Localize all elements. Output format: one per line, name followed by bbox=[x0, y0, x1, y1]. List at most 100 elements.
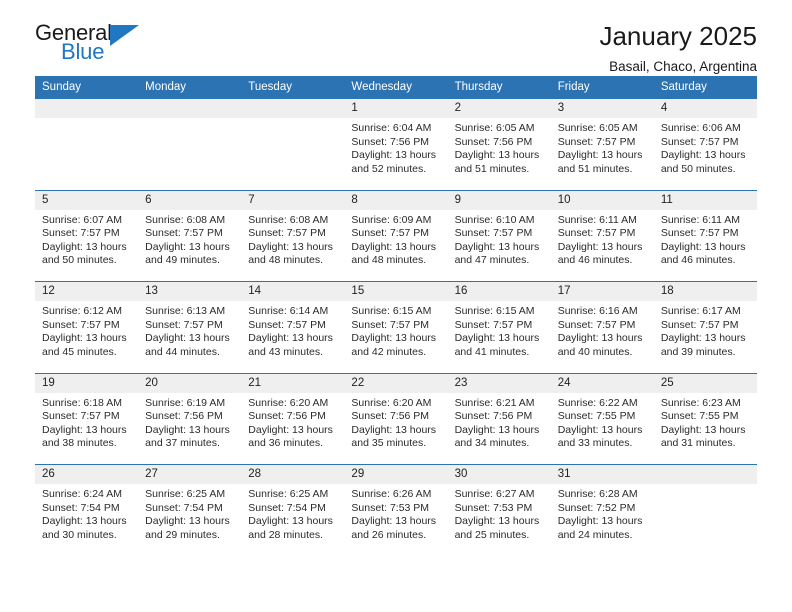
day-cell-15[interactable]: 15 Sunrise: 6:15 AM Sunset: 7:57 PM Dayligh… bbox=[344, 282, 448, 373]
day-detail-line: Sunrise: 6:15 AM bbox=[351, 305, 432, 317]
day-details: Sunrise: 6:06 AM Sunset: 7:57 PM Daylight:… bbox=[654, 118, 757, 176]
day-detail-line: Daylight: 13 hours bbox=[454, 149, 540, 162]
day-cell-13[interactable]: 13 Sunrise: 6:13 AM Sunset: 7:57 PM Dayligh… bbox=[138, 282, 242, 373]
day-cell-9[interactable]: 9 Sunrise: 6:10 AM Sunset: 7:57 PM Daylight… bbox=[447, 190, 551, 282]
day-detail-line: Daylight: 13 hours bbox=[145, 240, 230, 253]
day-cell-3[interactable]: 3 Sunrise: 6:05 AM Sunset: 7:57 PM Daylight… bbox=[550, 99, 654, 190]
day-detail-line: and 26 minutes. bbox=[351, 528, 427, 541]
day-details: Sunrise: 6:20 AM Sunset: 7:56 PM Daylight:… bbox=[344, 393, 447, 451]
day-cell-4[interactable]: 4 Sunrise: 6:06 AM Sunset: 7:57 PM Daylight… bbox=[653, 99, 757, 190]
day-detail-line: Sunrise: 6:14 AM bbox=[248, 305, 329, 317]
day-cell-19[interactable]: 19 Sunrise: 6:18 AM Sunset: 7:57 PM Dayligh… bbox=[35, 373, 139, 465]
day-cell-30[interactable]: 30 Sunrise: 6:27 AM Sunset: 7:53 PM Dayligh… bbox=[447, 465, 551, 556]
page-title: January 2025 bbox=[599, 21, 757, 51]
day-number: 11 bbox=[653, 190, 757, 210]
day-detail-line: and 37 minutes. bbox=[145, 437, 220, 450]
day-number: 10 bbox=[550, 190, 654, 210]
day-number bbox=[241, 99, 345, 118]
day-details: Sunrise: 6:15 AM Sunset: 7:57 PM Daylight:… bbox=[344, 301, 447, 359]
day-detail-line: Daylight: 13 hours bbox=[42, 332, 127, 345]
day-cell-11[interactable]: 11 Sunrise: 6:11 AM Sunset: 7:57 PM Dayligh… bbox=[653, 190, 757, 282]
day-detail-line: Daylight: 13 hours bbox=[557, 240, 643, 253]
day-detail-line: and 30 minutes. bbox=[42, 528, 117, 541]
day-details: Sunrise: 6:11 AM Sunset: 7:57 PM Daylight:… bbox=[654, 210, 757, 268]
day-cell-23[interactable]: 23 Sunrise: 6:21 AM Sunset: 7:56 PM Dayligh… bbox=[447, 373, 551, 465]
day-cell-1[interactable]: 1 Sunrise: 6:04 AM Sunset: 7:56 PM Daylight… bbox=[344, 99, 448, 190]
day-cell-24[interactable]: 24 Sunrise: 6:22 AM Sunset: 7:55 PM Dayligh… bbox=[550, 373, 654, 465]
day-number: 25 bbox=[653, 373, 757, 393]
day-detail-line: Sunset: 7:56 PM bbox=[351, 410, 430, 423]
day-detail-line: Sunrise: 6:09 AM bbox=[351, 213, 432, 226]
day-cell-27[interactable]: 27 Sunrise: 6:25 AM Sunset: 7:54 PM Dayligh… bbox=[138, 465, 242, 556]
day-details: Sunrise: 6:24 AM Sunset: 7:54 PM Daylight:… bbox=[35, 484, 138, 542]
day-details: Sunrise: 6:09 AM Sunset: 7:57 PM Daylight:… bbox=[344, 210, 447, 268]
day-detail-line: Sunrise: 6:11 AM bbox=[660, 213, 741, 226]
day-detail-line: Sunset: 7:57 PM bbox=[248, 318, 326, 331]
day-cell-29[interactable]: 29 Sunrise: 6:26 AM Sunset: 7:53 PM Dayligh… bbox=[344, 465, 448, 556]
day-number: 16 bbox=[447, 282, 551, 301]
day-cell-31[interactable]: 31 Sunrise: 6:28 AM Sunset: 7:52 PM Dayligh… bbox=[550, 465, 654, 556]
day-detail-line: Sunrise: 6:26 AM bbox=[351, 488, 432, 500]
day-detail-line: Sunrise: 6:08 AM bbox=[145, 213, 226, 226]
day-detail-line: Daylight: 13 hours bbox=[351, 423, 437, 436]
day-details: Sunrise: 6:14 AM Sunset: 7:57 PM Daylight:… bbox=[241, 301, 344, 359]
day-detail-line: Sunset: 7:57 PM bbox=[557, 227, 636, 240]
day-details bbox=[654, 484, 757, 488]
day-detail-line: Daylight: 13 hours bbox=[557, 515, 643, 528]
day-detail-line: and 51 minutes. bbox=[454, 162, 530, 175]
general-blue-logo[interactable]: General Blue bbox=[35, 22, 165, 72]
day-details bbox=[35, 118, 138, 122]
day-detail-line: Daylight: 13 hours bbox=[42, 515, 127, 528]
day-detail-line: Sunrise: 6:15 AM bbox=[454, 305, 535, 317]
day-detail-line: Sunrise: 6:23 AM bbox=[660, 396, 741, 409]
day-cell-8[interactable]: 8 Sunrise: 6:09 AM Sunset: 7:57 PM Daylight… bbox=[344, 190, 448, 282]
day-details: Sunrise: 6:10 AM Sunset: 7:57 PM Daylight:… bbox=[448, 210, 551, 268]
day-cell-22[interactable]: 22 Sunrise: 6:20 AM Sunset: 7:56 PM Dayligh… bbox=[344, 373, 448, 465]
day-details: Sunrise: 6:21 AM Sunset: 7:56 PM Daylight:… bbox=[448, 393, 551, 451]
day-cell-5[interactable]: 5 Sunrise: 6:07 AM Sunset: 7:57 PM Daylight… bbox=[35, 190, 139, 282]
day-detail-line: Daylight: 13 hours bbox=[145, 515, 230, 528]
day-detail-line: Daylight: 13 hours bbox=[454, 515, 540, 528]
day-cell-2[interactable]: 2 Sunrise: 6:05 AM Sunset: 7:56 PM Daylight… bbox=[447, 99, 551, 190]
day-detail-line: Sunrise: 6:21 AM bbox=[454, 396, 535, 409]
day-details: Sunrise: 6:04 AM Sunset: 7:56 PM Daylight:… bbox=[344, 118, 447, 176]
day-details: Sunrise: 6:25 AM Sunset: 7:54 PM Daylight:… bbox=[138, 484, 241, 542]
day-cell-10[interactable]: 10 Sunrise: 6:11 AM Sunset: 7:57 PM Dayligh… bbox=[550, 190, 654, 282]
calendar-weeks: 1 Sunrise: 6:04 AM Sunset: 7:56 PM Daylight… bbox=[35, 98, 757, 556]
day-number: 26 bbox=[35, 465, 139, 484]
day-detail-line: Sunset: 7:55 PM bbox=[557, 410, 636, 423]
day-detail-line: Sunset: 7:57 PM bbox=[454, 227, 533, 240]
day-cell-17[interactable]: 17 Sunrise: 6:16 AM Sunset: 7:57 PM Dayligh… bbox=[550, 282, 654, 373]
day-detail-line: Daylight: 13 hours bbox=[351, 240, 437, 253]
day-cell-6[interactable]: 6 Sunrise: 6:08 AM Sunset: 7:57 PM Daylight… bbox=[138, 190, 242, 282]
day-cell-21[interactable]: 21 Sunrise: 6:20 AM Sunset: 7:56 PM Dayligh… bbox=[241, 373, 345, 465]
day-cell-14[interactable]: 14 Sunrise: 6:14 AM Sunset: 7:57 PM Dayligh… bbox=[241, 282, 345, 373]
day-cell-7[interactable]: 7 Sunrise: 6:08 AM Sunset: 7:57 PM Daylight… bbox=[241, 190, 345, 282]
day-cell-25[interactable]: 25 Sunrise: 6:23 AM Sunset: 7:55 PM Dayligh… bbox=[653, 373, 757, 465]
day-detail-line: and 46 minutes. bbox=[660, 254, 736, 267]
day-detail-line: Sunset: 7:57 PM bbox=[454, 318, 533, 331]
day-details: Sunrise: 6:27 AM Sunset: 7:53 PM Daylight:… bbox=[448, 484, 551, 542]
day-detail-line: Daylight: 13 hours bbox=[454, 423, 540, 436]
day-details bbox=[241, 118, 344, 122]
day-number: 15 bbox=[344, 282, 448, 301]
day-detail-line: Sunset: 7:57 PM bbox=[145, 318, 223, 331]
day-number: 18 bbox=[653, 282, 757, 301]
day-detail-line: and 48 minutes. bbox=[351, 254, 427, 267]
day-cell-20[interactable]: 20 Sunrise: 6:19 AM Sunset: 7:56 PM Dayligh… bbox=[138, 373, 242, 465]
day-details: Sunrise: 6:22 AM Sunset: 7:55 PM Daylight:… bbox=[551, 393, 654, 451]
day-detail-line: Sunrise: 6:07 AM bbox=[42, 213, 122, 226]
day-details: Sunrise: 6:26 AM Sunset: 7:53 PM Daylight:… bbox=[344, 484, 447, 542]
day-number: 14 bbox=[241, 282, 345, 301]
day-cell-12[interactable]: 12 Sunrise: 6:12 AM Sunset: 7:57 PM Dayligh… bbox=[35, 282, 139, 373]
day-detail-line: Daylight: 13 hours bbox=[248, 423, 333, 436]
day-cell-18[interactable]: 18 Sunrise: 6:17 AM Sunset: 7:57 PM Dayligh… bbox=[653, 282, 757, 373]
day-detail-line: and 41 minutes. bbox=[454, 345, 530, 358]
day-cell-26[interactable]: 26 Sunrise: 6:24 AM Sunset: 7:54 PM Dayligh… bbox=[35, 465, 139, 556]
weekday-header-tuesday: Tuesday bbox=[248, 81, 292, 93]
day-number: 8 bbox=[344, 190, 448, 210]
day-cell-16[interactable]: 16 Sunrise: 6:15 AM Sunset: 7:57 PM Dayligh… bbox=[447, 282, 551, 373]
day-detail-line: and 38 minutes. bbox=[42, 437, 117, 450]
page-header: General Blue January 2025 Basail, Chaco,… bbox=[35, 0, 757, 74]
day-cell-28[interactable]: 28 Sunrise: 6:25 AM Sunset: 7:54 PM Dayligh… bbox=[241, 465, 345, 556]
